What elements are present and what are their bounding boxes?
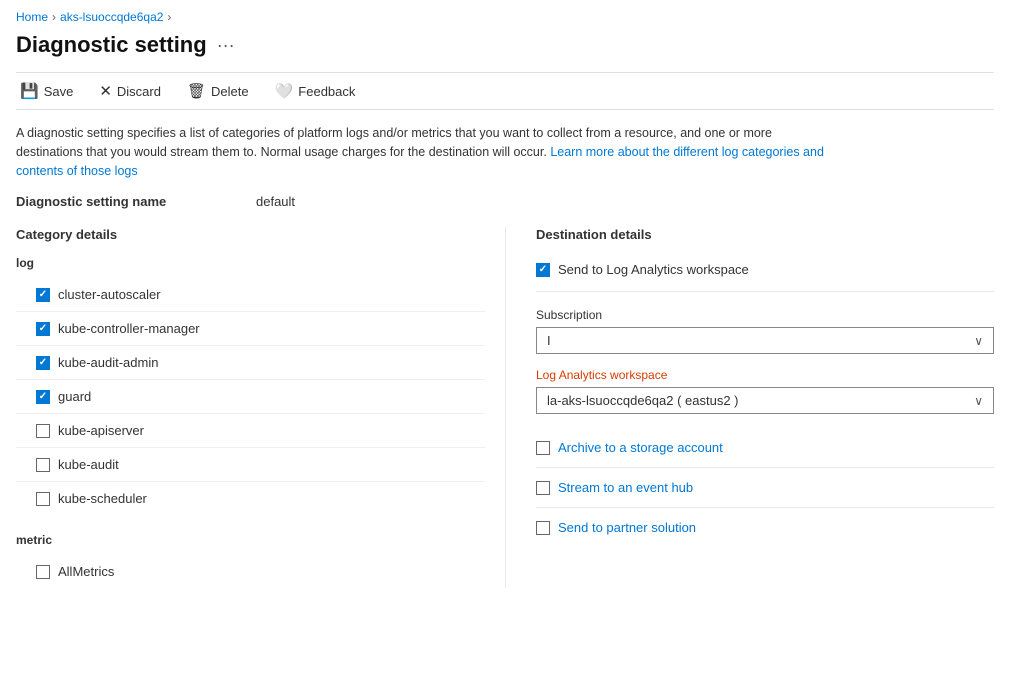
- toolbar: 💾 Save ✕ Discard 🗑 Delete 🤍 Feedback: [16, 72, 994, 110]
- checkbox-allmetrics[interactable]: [36, 565, 50, 579]
- log-analytics-workspace-label: Log Analytics workspace: [536, 368, 994, 382]
- checkbox-guard[interactable]: [36, 390, 50, 404]
- label-guard[interactable]: guard: [58, 389, 91, 404]
- checkbox-kube-apiserver[interactable]: [36, 424, 50, 438]
- send-partner-label[interactable]: Send to partner solution: [558, 520, 696, 535]
- delete-icon: 🗑: [187, 82, 206, 100]
- feedback-icon: 🤍: [275, 82, 294, 100]
- list-item: kube-audit: [16, 448, 485, 482]
- label-kube-audit-admin[interactable]: kube-audit-admin: [58, 355, 158, 370]
- subscription-field: Subscription I ∨: [536, 308, 994, 354]
- list-item: kube-audit-admin: [16, 346, 485, 380]
- checkbox-kube-controller-manager[interactable]: [36, 322, 50, 336]
- subscription-dropdown-arrow: ∨: [974, 334, 983, 348]
- checkbox-kube-audit-admin[interactable]: [36, 356, 50, 370]
- log-analytics-workspace-select[interactable]: la-aks-lsuoccqde6qa2 ( eastus2 ) ∨: [536, 387, 994, 414]
- save-label: Save: [44, 84, 74, 99]
- list-item: kube-scheduler: [16, 482, 485, 515]
- list-item: kube-apiserver: [16, 414, 485, 448]
- list-item: cluster-autoscaler: [16, 278, 485, 312]
- subscription-label: Subscription: [536, 308, 994, 322]
- list-item: AllMetrics: [16, 555, 485, 588]
- archive-storage-label[interactable]: Archive to a storage account: [558, 440, 723, 455]
- log-items-list: cluster-autoscaler kube-controller-manag…: [16, 278, 485, 515]
- stream-event-hub-label[interactable]: Stream to an event hub: [558, 480, 693, 495]
- metric-items-list: AllMetrics: [16, 555, 485, 588]
- label-kube-scheduler[interactable]: kube-scheduler: [58, 491, 147, 506]
- setting-name-value: default: [256, 194, 295, 209]
- breadcrumb-home[interactable]: Home: [16, 10, 48, 24]
- setting-name-row: Diagnostic setting name default: [16, 194, 994, 209]
- workspace-dropdown-arrow: ∨: [974, 394, 983, 408]
- label-allmetrics[interactable]: AllMetrics: [58, 564, 114, 579]
- send-to-log-analytics-label[interactable]: Send to Log Analytics workspace: [558, 262, 749, 277]
- archive-storage-row: Archive to a storage account: [536, 428, 994, 468]
- delete-label: Delete: [211, 84, 249, 99]
- log-analytics-workspace-value: la-aks-lsuoccqde6qa2 ( eastus2 ): [547, 393, 739, 408]
- feedback-label: Feedback: [298, 84, 355, 99]
- checkbox-kube-audit[interactable]: [36, 458, 50, 472]
- log-analytics-workspace-field: Log Analytics workspace la-aks-lsuoccqde…: [536, 368, 994, 414]
- save-button[interactable]: 💾 Save: [16, 80, 77, 102]
- save-icon: 💾: [20, 82, 39, 100]
- stream-event-hub-row: Stream to an event hub: [536, 468, 994, 508]
- breadcrumb: Home › aks-lsuoccqde6qa2 ›: [16, 10, 994, 24]
- category-details-panel: Category details log cluster-autoscaler …: [16, 227, 506, 588]
- checkbox-cluster-autoscaler[interactable]: [36, 288, 50, 302]
- destination-details-title: Destination details: [536, 227, 994, 242]
- send-to-log-analytics-row: Send to Log Analytics workspace: [536, 256, 994, 292]
- checkbox-archive-storage[interactable]: [536, 441, 550, 455]
- checkbox-kube-scheduler[interactable]: [36, 492, 50, 506]
- category-details-title: Category details: [16, 227, 485, 242]
- destination-details-panel: Destination details Send to Log Analytic…: [506, 227, 994, 588]
- delete-button[interactable]: 🗑 Delete: [183, 80, 253, 102]
- description-block: A diagnostic setting specifies a list of…: [16, 124, 836, 180]
- page-title: Diagnostic setting: [16, 32, 207, 58]
- label-kube-audit[interactable]: kube-audit: [58, 457, 119, 472]
- page-title-row: Diagnostic setting ···: [16, 32, 994, 58]
- feedback-button[interactable]: 🤍 Feedback: [271, 80, 360, 102]
- log-group-title: log: [16, 256, 485, 270]
- breadcrumb-resource[interactable]: aks-lsuoccqde6qa2: [60, 10, 163, 24]
- checkbox-send-to-log-analytics[interactable]: [536, 263, 550, 277]
- more-options-icon[interactable]: ···: [217, 35, 235, 56]
- setting-name-label: Diagnostic setting name: [16, 194, 256, 209]
- discard-icon: ✕: [99, 82, 112, 100]
- discard-button[interactable]: ✕ Discard: [95, 80, 165, 102]
- subscription-select[interactable]: I ∨: [536, 327, 994, 354]
- send-partner-row: Send to partner solution: [536, 508, 994, 547]
- list-item: kube-controller-manager: [16, 312, 485, 346]
- label-kube-apiserver[interactable]: kube-apiserver: [58, 423, 144, 438]
- checkbox-stream-event-hub[interactable]: [536, 481, 550, 495]
- subscription-value: I: [547, 333, 551, 348]
- metric-group-title: metric: [16, 533, 485, 547]
- label-kube-controller-manager[interactable]: kube-controller-manager: [58, 321, 200, 336]
- checkbox-send-partner[interactable]: [536, 521, 550, 535]
- discard-label: Discard: [117, 84, 161, 99]
- label-cluster-autoscaler[interactable]: cluster-autoscaler: [58, 287, 161, 302]
- main-content: Category details log cluster-autoscaler …: [16, 227, 994, 588]
- list-item: guard: [16, 380, 485, 414]
